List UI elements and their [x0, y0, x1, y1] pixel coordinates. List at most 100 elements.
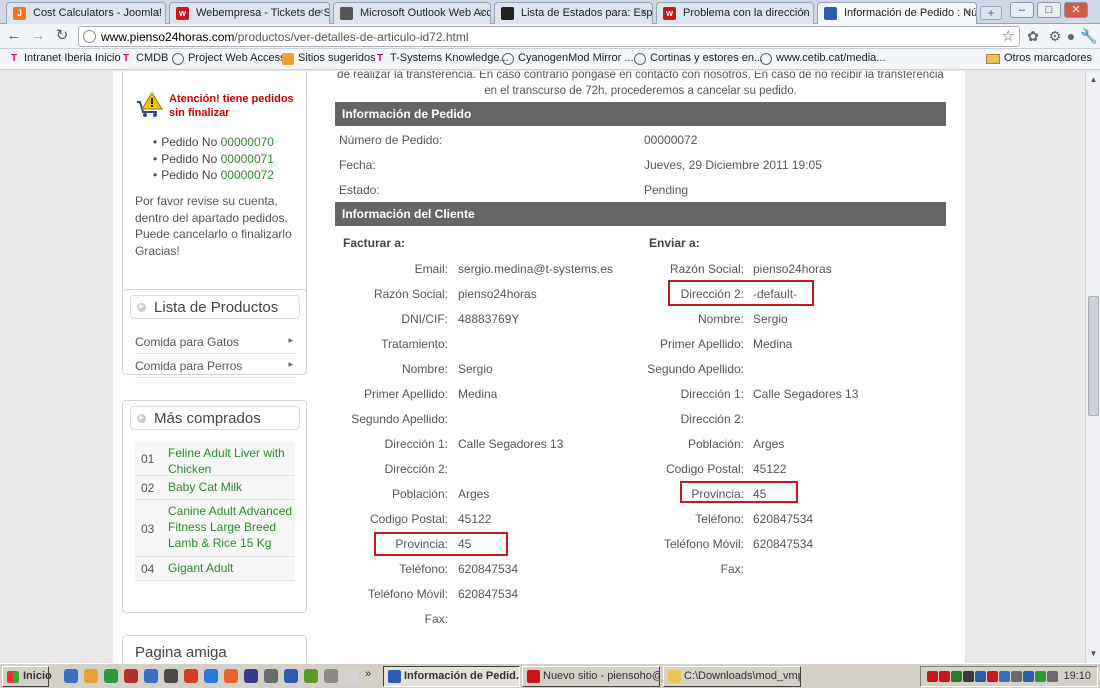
maximize-button[interactable]: □ [1037, 2, 1061, 18]
browser-tab[interactable]: Microsoft Outlook Web Acces × [333, 2, 491, 24]
quicklaunch-icon[interactable] [264, 669, 278, 683]
tray-icon[interactable] [1011, 671, 1022, 682]
product-link[interactable]: Canine Adult Advanced Fitness Large Bree… [168, 503, 293, 551]
extension-icon[interactable]: ✿ [1024, 28, 1042, 45]
close-tab-icon[interactable]: × [479, 7, 485, 18]
scroll-thumb[interactable] [1088, 296, 1099, 416]
back-button[interactable]: ← [4, 27, 24, 45]
product-category-item[interactable]: Comida para Gatos ▸ [135, 330, 295, 354]
top-seller-item[interactable]: 01 Feline Adult Liver with Chicken [135, 442, 295, 476]
browser-tab[interactable]: w Problema con la dirección de × [656, 2, 814, 24]
bookmark-item[interactable]: T Intranet Iberia Inicio [8, 52, 121, 64]
close-tab-icon[interactable]: × [641, 7, 647, 18]
product-link[interactable]: Gigant Adult [168, 560, 293, 576]
order-field-label: Estado: [339, 183, 380, 197]
order-link[interactable]: 00000070 [221, 135, 274, 149]
bookmark-item[interactable]: T T-Systems Knowledge... [374, 52, 509, 64]
quicklaunch-icon[interactable] [104, 669, 118, 683]
quicklaunch-icon[interactable] [224, 669, 238, 683]
top-seller-item[interactable]: 03 Canine Adult Advanced Fitness Large Br… [135, 500, 295, 557]
vertical-scrollbar[interactable]: ▲ ▼ [1085, 71, 1100, 663]
tray-icon[interactable] [987, 671, 998, 682]
reload-button[interactable]: ↻ [52, 27, 72, 45]
browser-tab[interactable]: Información de Pedido : Núm × [817, 2, 977, 24]
quicklaunch-icon[interactable] [284, 669, 298, 683]
tray-icon[interactable] [1047, 671, 1058, 682]
rank-number: 04 [141, 562, 155, 576]
top-seller-item[interactable]: 04 Gigant Adult [135, 557, 295, 581]
address-field-label: Teléfono: [399, 562, 448, 576]
top-sellers-box: ▶ Más comprados 01 Feline Adult Liver wit… [122, 400, 307, 613]
quicklaunch-icon[interactable] [344, 669, 358, 683]
taskbar-button[interactable]: Nuevo sitio - piensoho@... [522, 666, 660, 687]
tray-icon[interactable] [927, 671, 938, 682]
quicklaunch-icon[interactable] [144, 669, 158, 683]
other-bookmarks[interactable]: Otros marcadores [985, 52, 1092, 64]
forward-button[interactable]: → [28, 27, 48, 45]
browser-tab[interactable]: Lista de Estados para: Españ × [494, 2, 653, 24]
address-field-value: Medina [753, 337, 793, 351]
tray-icon[interactable] [951, 671, 962, 682]
address-field-value: 620847534 [753, 512, 814, 526]
tray-icon[interactable] [963, 671, 974, 682]
scroll-up-icon[interactable]: ▲ [1088, 74, 1099, 85]
quicklaunch-icon[interactable] [204, 669, 218, 683]
bookmark-item[interactable]: T CMDB [120, 52, 168, 64]
address-field-label: Población: [687, 437, 744, 451]
quicklaunch-icon[interactable] [244, 669, 258, 683]
chrome-icon [388, 670, 401, 683]
tab-label: Webempresa - Tickets de Sop [196, 7, 330, 19]
quicklaunch-icon[interactable] [184, 669, 198, 683]
friend-page-box: Pagina amiga [122, 635, 307, 663]
tab-label: Lista de Estados para: Españ [521, 7, 653, 19]
close-tab-icon[interactable]: × [802, 7, 808, 18]
browser-tab[interactable]: J Cost Calculators - Joomla! Ex × [6, 2, 166, 24]
tray-icon[interactable] [999, 671, 1010, 682]
quicklaunch-icon[interactable] [164, 669, 178, 683]
globe-icon [634, 53, 646, 65]
tray-icon[interactable] [1023, 671, 1034, 682]
bookmark-item[interactable]: Sitios sugeridos [282, 52, 376, 65]
quicklaunch-icon[interactable] [304, 669, 318, 683]
bookmark-item[interactable]: www.cetib.cat/media... [760, 52, 885, 65]
quicklaunch-icon[interactable] [324, 669, 338, 683]
quicklaunch-icon[interactable] [64, 669, 78, 683]
start-button[interactable]: Inicio [2, 666, 52, 687]
close-tab-icon[interactable]: × [154, 7, 160, 18]
bookmark-label: CyanogenMod Mirror ... [518, 52, 634, 64]
address-field-value: sergio.medina@t-systems.es [458, 262, 613, 276]
quicklaunch-icon[interactable] [84, 669, 98, 683]
product-link[interactable]: Feline Adult Liver with Chicken [168, 445, 293, 477]
order-link[interactable]: 00000072 [221, 168, 274, 182]
browser-tab[interactable]: w Webempresa - Tickets de Sop × [169, 2, 330, 24]
minimize-button[interactable]: – [1010, 2, 1034, 18]
close-window-button[interactable]: ✕ [1064, 2, 1088, 18]
order-link[interactable]: 00000071 [221, 152, 274, 166]
taskbar-button[interactable]: Información de Pedid... [383, 666, 520, 687]
address-field-label: Razón Social: [373, 287, 448, 301]
address-bar[interactable]: www.pienso24horas.com/productos/ver-deta… [78, 26, 1020, 47]
bookmark-star-icon[interactable]: ☆ [1002, 27, 1015, 45]
quicklaunch-icon[interactable] [124, 669, 138, 683]
new-tab-button[interactable]: + [980, 6, 1002, 20]
tray-icon[interactable] [939, 671, 950, 682]
page-menu-icon[interactable]: ● [1062, 28, 1080, 45]
bookmark-label: Intranet Iberia Inicio [24, 52, 121, 64]
category-label: Comida para Gatos [135, 335, 240, 349]
shipping-title: Enviar a: [649, 236, 700, 250]
address-field-value: 620847534 [458, 562, 519, 576]
wrench-icon[interactable]: 🔧 [1080, 28, 1098, 45]
quicklaunch-overflow[interactable]: » [365, 668, 371, 680]
close-tab-icon[interactable]: × [318, 7, 324, 18]
bookmark-item[interactable]: Cortinas y estores en... [634, 52, 763, 65]
taskbar-button[interactable]: C:\Downloads\mod_vmp... [663, 666, 801, 687]
top-seller-item[interactable]: 02 Baby Cat Milk [135, 476, 295, 500]
product-category-item[interactable]: Comida para Perros ▸ [135, 354, 295, 378]
bookmark-item[interactable]: CyanogenMod Mirror ... [502, 52, 634, 65]
tray-icon[interactable] [1035, 671, 1046, 682]
scroll-down-icon[interactable]: ▼ [1088, 648, 1099, 659]
product-link[interactable]: Baby Cat Milk [168, 479, 293, 495]
tray-icon[interactable] [975, 671, 986, 682]
close-tab-icon[interactable]: × [965, 7, 971, 18]
bookmark-item[interactable]: Project Web Access [172, 52, 286, 65]
